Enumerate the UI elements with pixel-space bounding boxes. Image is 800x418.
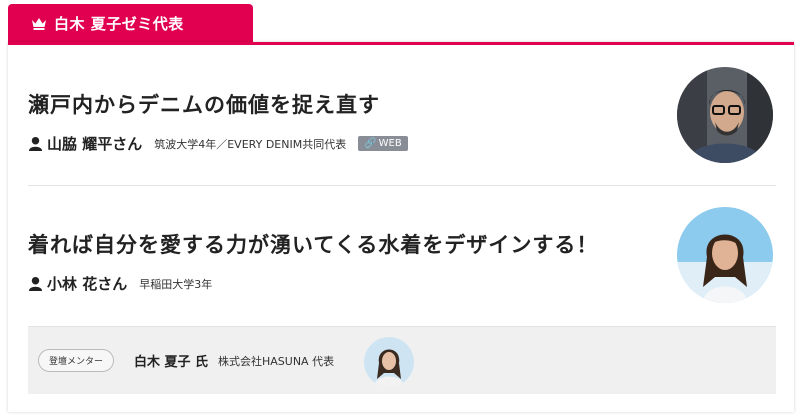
- student-line: 小林 花さん 早稲田大学3年: [28, 273, 776, 294]
- seminar-tab[interactable]: 白木 夏子ゼミ代表: [8, 4, 253, 42]
- student-line: 山脇 耀平さん 筑波大学4年／EVERY DENIM共同代表 🔗 WEB: [28, 133, 776, 154]
- project-entry: 瀬戸内からデニムの価値を捉え直す 山脇 耀平さん 筑波大学4年／EVERY DE…: [28, 89, 776, 154]
- student-name: 小林 花さん: [47, 275, 128, 293]
- project-title[interactable]: 着れば自分を愛する力が湧いてくる水着をデザインする！: [28, 229, 776, 259]
- mentor-name: 白木 夏子 氏: [134, 355, 209, 370]
- mentor-affiliation: 株式会社HASUNA 代表: [218, 355, 335, 368]
- mentor-panel: 登壇メンター 白木 夏子 氏 株式会社HASUNA 代表: [28, 326, 776, 394]
- person-icon: [28, 276, 43, 291]
- seminar-card: 瀬戸内からデニムの価値を捉え直す 山脇 耀平さん 筑波大学4年／EVERY DE…: [8, 42, 794, 412]
- project-entry: 着れば自分を愛する力が湧いてくる水着をデザインする！ 小林 花さん 早稲田大学3…: [28, 229, 776, 294]
- seminar-tab-label: 白木 夏子ゼミ代表: [54, 14, 184, 33]
- mentor-avatar: [364, 337, 414, 387]
- web-link-label: WEB: [378, 138, 402, 149]
- person-icon: [28, 136, 43, 151]
- project-title[interactable]: 瀬戸内からデニムの価値を捉え直す: [28, 89, 776, 119]
- student-affiliation: 筑波大学4年／EVERY DENIM共同代表: [154, 137, 347, 151]
- student-avatar: [677, 207, 773, 303]
- mentor-badge: 登壇メンター: [38, 349, 115, 372]
- crown-icon: [32, 18, 46, 30]
- web-link-button[interactable]: 🔗 WEB: [358, 136, 408, 151]
- student-avatar: [677, 67, 773, 163]
- student-name: 山脇 耀平さん: [47, 135, 143, 153]
- divider: [28, 185, 776, 186]
- student-affiliation: 早稲田大学3年: [139, 277, 213, 291]
- link-icon: 🔗: [364, 138, 377, 149]
